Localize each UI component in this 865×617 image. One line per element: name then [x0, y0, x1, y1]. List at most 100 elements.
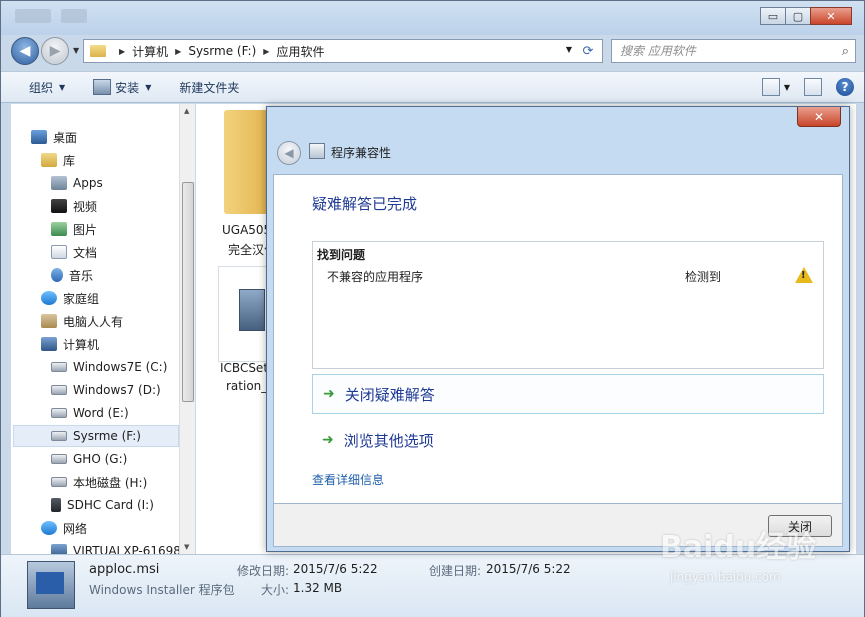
tree-label: 库	[63, 153, 76, 168]
dialog-heading: 疑难解答已完成	[312, 195, 418, 213]
browse-options-link[interactable]: ➜ 浏览其他选项	[312, 420, 824, 460]
recent-pages-dropdown-icon[interactable]: ▼	[73, 46, 79, 55]
view-details-link[interactable]: 查看详细信息	[312, 471, 384, 488]
scrollbar-thumb[interactable]	[182, 182, 194, 402]
window-close-button[interactable]: ✕	[810, 7, 852, 25]
user-folder-icon	[41, 314, 57, 328]
dialog-content: 疑难解答已完成 找到问题 不兼容的应用程序 检测到 ! ➜ 关闭疑难解答 ➜ 浏…	[273, 174, 843, 504]
network-icon	[41, 521, 57, 535]
modified-value: 2015/7/6 5:22	[293, 562, 378, 576]
breadcrumb-folder[interactable]: 应用软件	[276, 43, 324, 60]
scroll-up-icon[interactable]: ▲	[184, 107, 189, 115]
document-icon	[51, 245, 67, 259]
tree-item-virtualxp[interactable]: VIRTUALXP-61698	[51, 540, 181, 554]
drive-icon	[51, 477, 67, 487]
tree-label: Word (E:)	[73, 406, 129, 420]
sd-card-icon	[51, 498, 61, 512]
details-pane: apploc.msi Windows Installer 程序包 修改日期: 2…	[1, 554, 864, 617]
help-icon[interactable]: ?	[836, 78, 854, 96]
breadcrumb-drive[interactable]: Sysrme (F:)	[188, 44, 256, 58]
install-menu[interactable]: 安装 ▼	[93, 79, 151, 96]
chevron-right-icon[interactable]: ▶	[119, 47, 125, 56]
desktop-icon	[31, 130, 47, 144]
dialog-close-x-button[interactable]: ✕	[797, 107, 841, 127]
computer-icon	[51, 544, 67, 554]
caption-buttons: ▭ ▢ ✕	[760, 7, 852, 25]
drive-icon	[51, 408, 67, 418]
search-input[interactable]	[620, 44, 820, 58]
dialog-back-button[interactable]: ◀	[277, 141, 301, 165]
problem-row[interactable]: 不兼容的应用程序 检测到 !	[313, 266, 823, 288]
tree-item-drive-c[interactable]: Windows7E (C:)	[51, 356, 167, 378]
file-name[interactable]: ICBCSet	[220, 358, 268, 378]
tree-label: 文档	[73, 245, 98, 260]
chevron-down-icon: ▼	[59, 82, 66, 92]
tree-label: VIRTUALXP-61698	[73, 544, 181, 554]
file-name[interactable]: UGA505	[222, 220, 271, 240]
video-icon	[51, 199, 67, 213]
drive-icon	[51, 454, 67, 464]
tree-item-homegroup[interactable]: 家庭组	[41, 287, 99, 309]
organize-menu[interactable]: 组织 ▼	[29, 79, 65, 96]
tree-item-documents[interactable]: 文档	[51, 241, 97, 263]
preview-pane-icon[interactable]	[804, 78, 822, 96]
tree-item-desktop[interactable]: 桌面	[31, 126, 77, 148]
chevron-down-icon[interactable]: ▼	[784, 83, 790, 92]
tree-label: 计算机	[63, 337, 100, 352]
tree-item-drive-f[interactable]: Sysrme (F:)	[13, 425, 179, 447]
tree-item-drive-e[interactable]: Word (E:)	[51, 402, 129, 424]
minimize-button[interactable]: ▭	[760, 7, 786, 25]
dialog-footer: 关闭	[273, 504, 843, 547]
tree-label: 视频	[73, 199, 98, 214]
tree-item-apps[interactable]: Apps	[51, 172, 103, 194]
tree-item-computer[interactable]: 计算机	[41, 333, 99, 355]
address-dropdown-icon[interactable]: ▼	[566, 45, 572, 54]
tree-item-drive-d[interactable]: Windows7 (D:)	[51, 379, 161, 401]
tree-item-sd-card[interactable]: SDHC Card (I:)	[51, 494, 154, 516]
tree-item-library[interactable]: 库	[41, 149, 75, 171]
maximize-button[interactable]: ▢	[785, 7, 811, 25]
back-button[interactable]: ◀	[11, 37, 39, 65]
tree-label: Apps	[73, 176, 103, 190]
drive-icon	[51, 431, 67, 441]
view-options-icon[interactable]	[761, 78, 780, 96]
created-value: 2015/7/6 5:22	[486, 562, 571, 576]
new-folder-button[interactable]: 新建文件夹	[179, 79, 239, 96]
tree-item-pictures[interactable]: 图片	[51, 218, 97, 240]
browse-options-label: 浏览其他选项	[343, 431, 434, 450]
refresh-button[interactable]: ⟳	[578, 41, 598, 61]
close-button[interactable]: 关闭	[768, 515, 832, 537]
navigation-scrollbar[interactable]: ▲ ▼	[179, 104, 195, 554]
chevron-right-icon[interactable]: ▶	[175, 47, 181, 56]
tree-item-music[interactable]: 音乐	[51, 264, 93, 286]
tree-label: Windows7E (C:)	[73, 360, 168, 374]
picture-icon	[51, 222, 67, 236]
tree-label: SDHC Card (I:)	[67, 498, 154, 512]
scroll-down-icon[interactable]: ▼	[184, 543, 189, 551]
folder-icon[interactable]	[224, 110, 270, 214]
warning-icon: !	[795, 267, 813, 283]
file-item[interactable]	[218, 266, 272, 362]
install-label: 安装	[115, 80, 140, 95]
dialog-title: 程序兼容性	[331, 146, 392, 160]
chevron-right-icon[interactable]: ▶	[263, 47, 269, 56]
search-box[interactable]: ⌕	[611, 39, 856, 63]
blurred-title-item	[61, 9, 87, 23]
drive-icon	[51, 362, 67, 372]
address-bar[interactable]: ▶ 计算机 ▶ Sysrme (F:) ▶ 应用软件 ▼ ⟳	[83, 39, 603, 63]
close-troubleshooter-link[interactable]: ➜ 关闭疑难解答	[312, 374, 824, 414]
tree-item-drive-g[interactable]: GHO (G:)	[51, 448, 127, 470]
tree-label: 音乐	[69, 268, 94, 283]
tree-item-user-folder[interactable]: 电脑人人有	[41, 310, 123, 332]
forward-button[interactable]: ▶	[41, 37, 69, 65]
toolbar-right: ▼ ?	[748, 78, 854, 96]
tree-item-video[interactable]: 视频	[51, 195, 97, 217]
file-name[interactable]: ration_	[226, 376, 267, 396]
computer-icon	[41, 337, 57, 351]
tree-label: 桌面	[53, 130, 78, 145]
tree-item-network[interactable]: 网络	[41, 517, 87, 539]
green-arrow-icon: ➜	[322, 432, 334, 448]
breadcrumb-computer[interactable]: 计算机	[132, 43, 168, 60]
search-icon[interactable]: ⌕	[842, 44, 849, 59]
tree-item-drive-h[interactable]: 本地磁盘 (H:)	[51, 471, 147, 493]
